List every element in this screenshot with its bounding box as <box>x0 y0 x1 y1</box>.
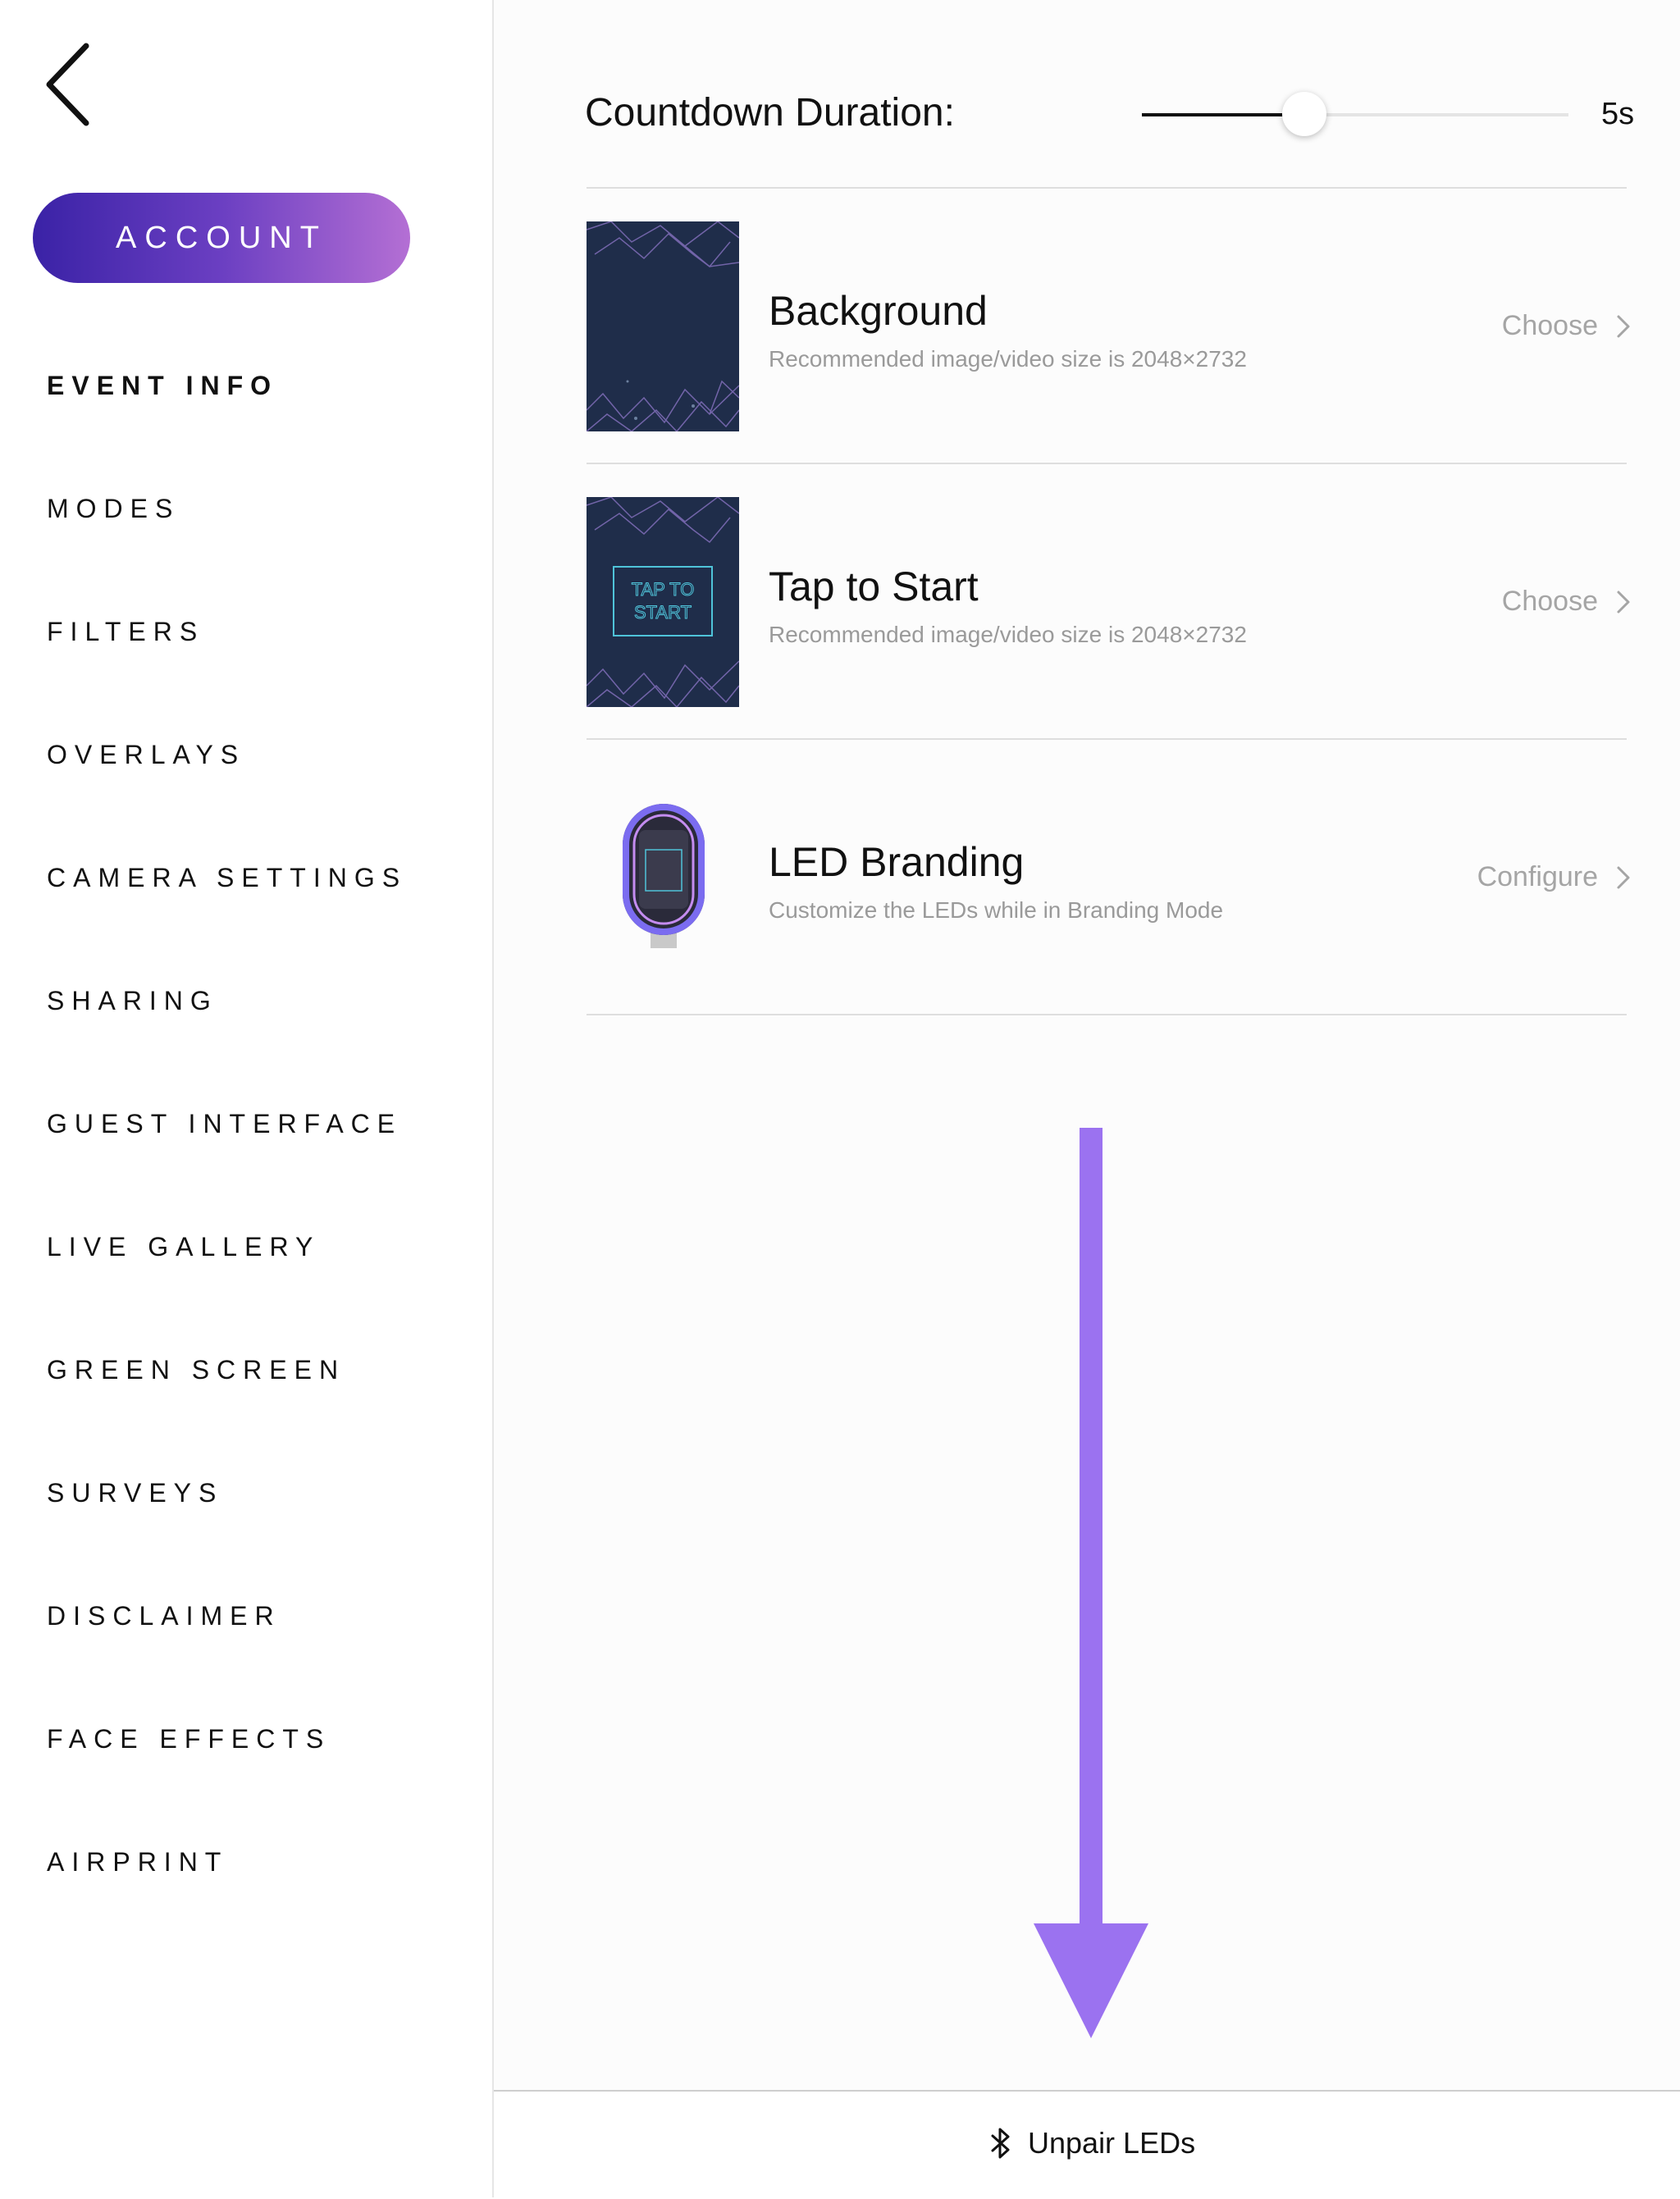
tap-to-start-preview-image: TAP TO START <box>587 497 739 707</box>
sidebar-item-label: GUEST INTERFACE <box>47 1108 403 1138</box>
countdown-value: 5s <box>1601 97 1635 131</box>
sidebar-item-green-screen[interactable]: GREEN SCREEN <box>47 1345 345 1394</box>
unpair-leds-button[interactable]: Unpair LEDs <box>990 2126 1195 2160</box>
row-subtitle-tap-to-start: Recommended image/video size is 2048×273… <box>769 622 1247 647</box>
sidebar-item-label: DISCLAIMER <box>47 1600 281 1631</box>
divider <box>587 738 1627 740</box>
account-button-label: ACCOUNT <box>116 220 327 255</box>
sidebar-item-label: FILTERS <box>47 616 205 646</box>
choose-label: Choose <box>1501 310 1598 341</box>
sidebar-item-label: LIVE GALLERY <box>47 1231 321 1261</box>
chevron-right-icon <box>1617 591 1630 613</box>
sidebar-item-surveys[interactable]: SURVEYS <box>47 1468 223 1517</box>
slider-fill <box>1142 113 1304 116</box>
chevron-right-icon <box>1617 866 1630 888</box>
arrow-down-icon <box>1034 1128 1148 2038</box>
sidebar: ACCOUNT EVENT INFO MODES FILTERS OVERLAY… <box>0 0 494 2197</box>
unpair-leds-label: Unpair LEDs <box>1028 2126 1196 2160</box>
sidebar-item-label: AIRPRINT <box>47 1846 229 1877</box>
sidebar-item-label: CAMERA SETTINGS <box>47 862 408 892</box>
back-button[interactable] <box>41 39 98 130</box>
sidebar-item-guest-interface[interactable]: GUEST INTERFACE <box>47 1099 402 1148</box>
sidebar-item-filters[interactable]: FILTERS <box>47 607 204 656</box>
row-title-background: Background <box>769 288 988 334</box>
sidebar-item-label: OVERLAYS <box>47 739 246 769</box>
background-thumbnail[interactable] <box>587 221 739 431</box>
countdown-label: Countdown Duration: <box>585 91 955 135</box>
led-booth-icon <box>623 804 705 948</box>
thumb-text-line-2: START <box>634 602 692 623</box>
sidebar-item-airprint[interactable]: AIRPRINT <box>47 1837 228 1886</box>
choose-tap-to-start-button[interactable]: Choose <box>1502 586 1631 618</box>
sidebar-item-live-gallery[interactable]: LIVE GALLERY <box>47 1222 320 1271</box>
bottom-bar: Unpair LEDs <box>494 2090 1680 2199</box>
sidebar-item-overlays[interactable]: OVERLAYS <box>47 730 245 779</box>
account-button[interactable]: ACCOUNT <box>33 193 410 283</box>
slider-thumb[interactable] <box>1281 92 1326 136</box>
sidebar-item-sharing[interactable]: SHARING <box>47 976 218 1025</box>
main-panel: Countdown Duration: 5s Background Recomm… <box>494 0 1680 2199</box>
sidebar-item-label: FACE EFFECTS <box>47 1723 331 1754</box>
app-root: ACCOUNT EVENT INFO MODES FILTERS OVERLAY… <box>0 0 1680 2199</box>
row-subtitle-background: Recommended image/video size is 2048×273… <box>769 346 1247 372</box>
choose-label: Choose <box>1501 586 1598 617</box>
configure-led-branding-button[interactable]: Configure <box>1477 861 1631 893</box>
sidebar-item-modes[interactable]: MODES <box>47 484 180 533</box>
sidebar-item-label: SHARING <box>47 985 218 1015</box>
chevron-left-icon <box>46 43 89 126</box>
background-preview-image <box>587 221 739 431</box>
choose-background-button[interactable]: Choose <box>1502 310 1631 342</box>
sidebar-item-label: EVENT INFO <box>47 370 279 400</box>
sidebar-item-disclaimer[interactable]: DISCLAIMER <box>47 1591 281 1640</box>
sidebar-item-label: MODES <box>47 493 180 523</box>
bluetooth-icon <box>991 2128 1010 2159</box>
divider <box>587 187 1627 189</box>
thumb-text-line-1: TAP TO <box>632 579 695 600</box>
tap-to-start-thumbnail[interactable]: TAP TO START <box>587 497 739 707</box>
row-title-led-branding: LED Branding <box>769 839 1025 885</box>
divider <box>587 463 1627 464</box>
sidebar-item-event-info[interactable]: EVENT INFO <box>47 361 278 410</box>
sidebar-item-label: GREEN SCREEN <box>47 1354 346 1385</box>
sidebar-item-camera-settings[interactable]: CAMERA SETTINGS <box>47 853 407 902</box>
chevron-right-icon <box>1617 315 1630 337</box>
sidebar-item-face-effects[interactable]: FACE EFFECTS <box>47 1714 331 1763</box>
row-subtitle-led-branding: Customize the LEDs while in Branding Mod… <box>769 897 1224 923</box>
countdown-slider[interactable] <box>1142 92 1680 136</box>
configure-label: Configure <box>1477 861 1598 892</box>
divider <box>587 1014 1627 1015</box>
led-branding-thumbnail[interactable] <box>587 797 739 1007</box>
sidebar-item-label: SURVEYS <box>47 1477 224 1508</box>
row-title-tap-to-start: Tap to Start <box>769 563 979 609</box>
